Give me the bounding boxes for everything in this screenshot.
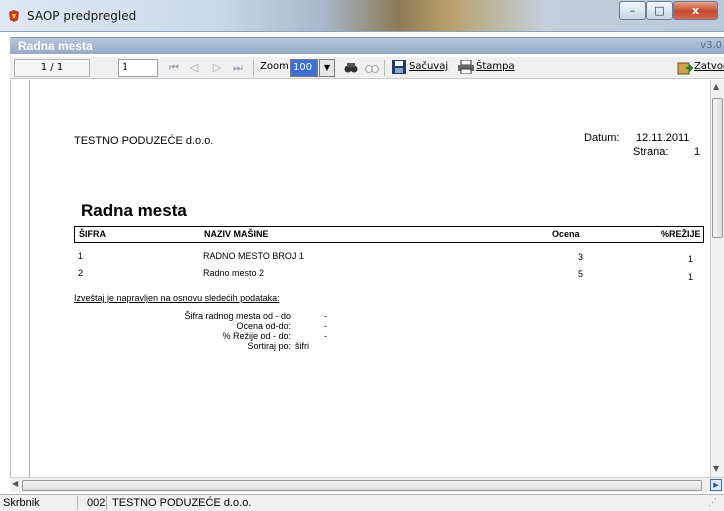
zoom-input[interactable]: 100 [290, 59, 318, 77]
param-value: šifri [295, 341, 309, 351]
column-header-rezije: %REŽIJE [661, 229, 701, 239]
column-header-naziv: NAZIV MAŠINE [204, 229, 269, 239]
next-page-icon[interactable]: ▷ [209, 60, 225, 76]
window-controls: – □ x [619, 1, 718, 20]
param-value: - [324, 321, 327, 331]
toolbar-divider [253, 60, 254, 76]
param-value: - [324, 331, 327, 341]
print-icon[interactable] [458, 59, 474, 76]
app-icon [9, 10, 19, 22]
page-label: Strana: [633, 146, 669, 158]
find-next-icon[interactable] [364, 60, 380, 76]
status-code: 002 [87, 497, 106, 509]
cell-ocena: 5 [578, 269, 584, 279]
scroll-up-icon[interactable]: ▲ [713, 82, 719, 91]
vertical-scrollbar[interactable]: ▲ ▼ [710, 80, 724, 477]
cell-naziv: RADNO MESTO BROJ 1 [203, 251, 304, 261]
cell-ocena: 3 [578, 252, 584, 262]
param-value: - [324, 311, 327, 321]
document-title: Radna mesta [18, 39, 93, 53]
close-button[interactable]: Zatvori [694, 61, 724, 72]
page-value: 1 [694, 146, 701, 158]
save-button[interactable]: Sačuvaj [409, 61, 448, 72]
report-viewport[interactable]: TESTNO PODUZEĆE d.o.o. Datum: 12.11.2011… [10, 80, 719, 477]
cell-rezije: 1 [688, 254, 694, 264]
date-value: 12.11.2011 [636, 132, 690, 144]
status-divider [106, 496, 107, 510]
toolbar-divider [384, 60, 385, 76]
param-label: Ocena od-do: [236, 321, 291, 331]
column-header-ocena: Ocena [552, 229, 580, 239]
page-number-input[interactable]: 1 [118, 59, 158, 77]
first-page-icon[interactable]: ⏮ [166, 60, 182, 76]
param-label: Šifra radnog mesta od - do [184, 311, 291, 321]
company-name: TESTNO PODUZEĆE d.o.o. [74, 135, 214, 147]
status-divider [77, 496, 78, 510]
window-title: SAOP predpregled [27, 9, 137, 23]
vertical-scroll-thumb[interactable] [712, 98, 723, 238]
param-label: Sortiraj po: [247, 341, 291, 351]
version-label: v3.0 [700, 40, 722, 51]
cell-rezije: 1 [688, 272, 694, 282]
report-page: TESTNO PODUZEĆE d.o.o. Datum: 12.11.2011… [29, 80, 719, 477]
column-header-sifra: ŠIFRA [79, 229, 106, 239]
preview-toolbar: 1 / 1 1 ⏮ ◁ ▷ ⏭ Zoom: 100 ▼ Sačuvaj Štam… [10, 57, 724, 79]
table-header: ŠIFRA NAZIV MAŠINE Ocena %REŽIJE [74, 226, 704, 243]
date-label: Datum: [584, 132, 620, 144]
print-button[interactable]: Štampa [476, 61, 515, 72]
status-user-label: Skrbnik [3, 497, 40, 509]
zoom-label: Zoom: [260, 61, 293, 72]
find-icon[interactable] [343, 60, 359, 76]
scroll-left-icon[interactable]: ◀ [12, 479, 18, 488]
minimize-button[interactable]: – [619, 1, 646, 20]
cell-sifra: 2 [78, 268, 84, 278]
scroll-right-icon[interactable]: ▶ [710, 479, 722, 491]
minimize-icon: – [629, 4, 636, 17]
resize-grip-icon[interactable]: ⋰ [708, 497, 717, 508]
exit-icon[interactable] [677, 60, 694, 76]
maximize-button[interactable]: □ [646, 1, 673, 20]
maximize-icon: □ [654, 4, 665, 17]
status-bar: Skrbnik 002 TESTNO PODUZEĆE d.o.o. ⋰ [0, 494, 724, 511]
status-company: TESTNO PODUZEĆE d.o.o. [112, 497, 252, 509]
horizontal-scroll-thumb[interactable] [22, 480, 702, 491]
cell-naziv: Radno mesto 2 [203, 268, 265, 278]
document-header: Radna mesta v3.0 [10, 37, 724, 54]
page-indicator: 1 / 1 [14, 59, 90, 77]
close-icon: x [691, 4, 700, 17]
zoom-dropdown-icon[interactable]: ▼ [319, 59, 335, 77]
horizontal-scrollbar[interactable]: ◀ ▶ [10, 477, 724, 492]
report-title: Radna mesta [81, 201, 187, 220]
previous-page-icon[interactable]: ◁ [186, 60, 202, 76]
window-titlebar: SAOP predpregled – □ x [0, 0, 724, 32]
report-note: Izveštaj je napravljen na osnovu sledeći… [74, 293, 280, 303]
last-page-icon[interactable]: ⏭ [230, 60, 246, 76]
param-label: % Režije od - do: [222, 331, 291, 341]
close-window-button[interactable]: x [673, 1, 718, 20]
save-icon[interactable] [391, 60, 407, 76]
scroll-down-icon[interactable]: ▼ [713, 464, 719, 473]
cell-sifra: 1 [78, 251, 84, 261]
